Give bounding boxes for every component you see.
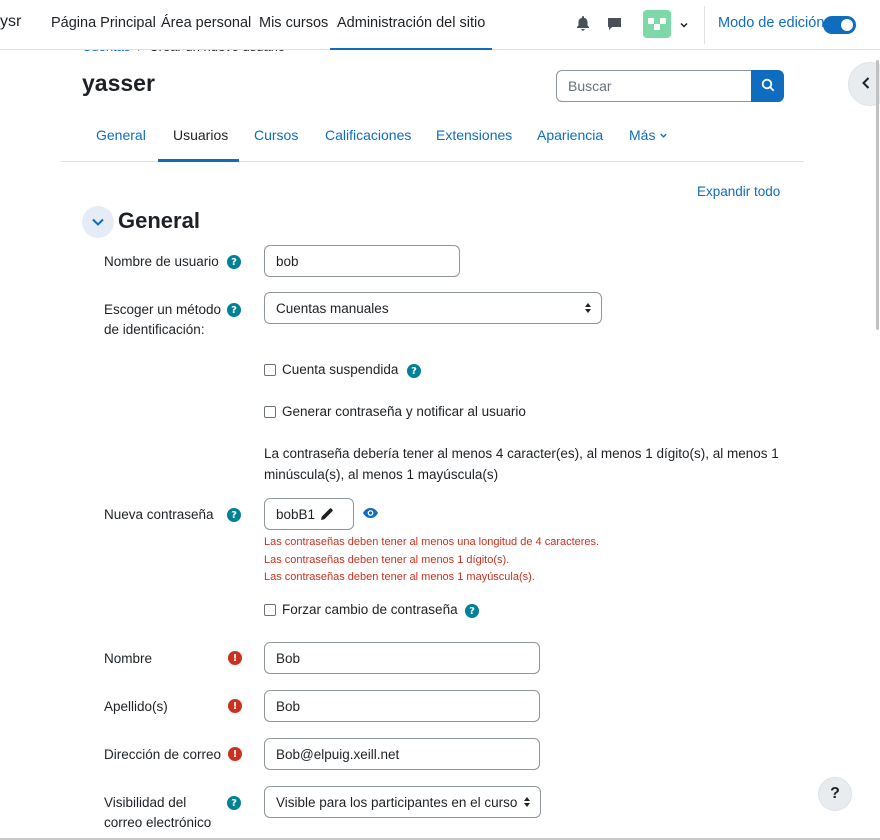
pencil-icon[interactable] xyxy=(320,507,334,524)
auth-method-label: Escoger un método de identificación: xyxy=(104,300,221,340)
expand-all-link[interactable]: Expandir todo xyxy=(697,184,780,199)
help-icon[interactable]: ? xyxy=(465,604,479,618)
section-collapse-button[interactable] xyxy=(82,206,114,238)
email-label: Dirección de correo xyxy=(104,747,222,762)
required-icon: ! xyxy=(228,747,242,761)
email-visibility-value: Visible para los participantes en el cur… xyxy=(276,794,518,810)
password-policy-line2: minúscula(s), al menos 1 mayúscula(s) xyxy=(264,467,499,482)
help-icon[interactable]: ? xyxy=(227,796,241,810)
lastname-label: Apellido(s) xyxy=(104,699,168,714)
force-password-change-checkbox[interactable] xyxy=(264,603,276,616)
password-policy-line1: La contraseña debería tener al menos 4 c… xyxy=(264,446,779,461)
search-button[interactable] xyxy=(751,70,784,102)
new-password-field[interactable]: bobB1 xyxy=(264,498,354,530)
search-box xyxy=(556,70,784,102)
suspended-label[interactable]: Cuenta suspendida xyxy=(282,362,398,377)
secondary-navigation: General Usuarios Cursos Calificaciones E… xyxy=(61,110,804,162)
tab-more[interactable]: Más xyxy=(629,127,668,143)
tab-users[interactable]: Usuarios xyxy=(173,127,228,162)
chevron-down-icon xyxy=(91,214,105,230)
bell-icon[interactable] xyxy=(573,14,593,34)
chevron-left-icon xyxy=(861,76,871,93)
navbar-divider xyxy=(704,6,705,44)
tab-plugins[interactable]: Extensiones xyxy=(436,127,512,143)
force-password-change-label[interactable]: Forzar cambio de contraseña xyxy=(282,602,458,617)
select-arrows-icon xyxy=(584,302,592,317)
site-brand[interactable]: ysr xyxy=(0,13,21,31)
username-label: Nombre de usuario xyxy=(104,254,219,269)
section-title: General xyxy=(118,208,200,233)
help-icon[interactable]: ? xyxy=(227,303,241,317)
nav-site-admin[interactable]: Administración del sitio xyxy=(330,15,493,50)
edit-mode-toggle[interactable] xyxy=(823,16,856,34)
generate-password-checkbox[interactable] xyxy=(264,405,276,418)
email-input[interactable] xyxy=(264,738,540,770)
active-tab-indicator xyxy=(158,159,239,162)
new-password-label: Nueva contraseña xyxy=(104,507,214,522)
tab-grades[interactable]: Calificaciones xyxy=(325,127,411,143)
select-arrows-icon xyxy=(523,796,531,811)
help-button[interactable]: ? xyxy=(818,777,852,811)
email-visibility-label: Visibilidad del correo electrónico xyxy=(104,793,211,833)
help-icon[interactable]: ? xyxy=(227,255,241,269)
suspended-checkbox[interactable] xyxy=(264,363,276,376)
username-input[interactable] xyxy=(264,245,460,277)
firstname-input[interactable] xyxy=(264,642,540,674)
nav-home[interactable]: Página Principal xyxy=(51,15,156,31)
chat-bubble-icon[interactable] xyxy=(604,14,624,34)
nav-my-courses[interactable]: Mis cursos xyxy=(259,15,328,31)
scrollbar-thumb[interactable] xyxy=(876,60,879,330)
search-icon xyxy=(761,78,775,95)
edit-mode-label[interactable]: Modo de edición xyxy=(718,15,824,31)
search-input[interactable] xyxy=(556,70,752,102)
required-icon: ! xyxy=(228,699,242,713)
email-visibility-label-line1: Visibilidad del xyxy=(104,795,187,810)
generate-password-row: Generar contraseña y notificar al usuari… xyxy=(264,404,526,419)
tab-courses[interactable]: Cursos xyxy=(254,127,298,143)
suspended-checkbox-row: Cuenta suspendida xyxy=(264,362,398,377)
firstname-label: Nombre xyxy=(104,651,153,666)
password-error: Las contraseñas deben tener al menos 1 m… xyxy=(264,571,535,583)
email-visibility-select[interactable]: Visible para los participantes en el cur… xyxy=(264,786,541,818)
generate-password-label[interactable]: Generar contraseña y notificar al usuari… xyxy=(282,404,526,419)
user-avatar[interactable] xyxy=(643,10,671,38)
force-password-change-row: Forzar cambio de contraseña xyxy=(264,602,458,617)
eye-icon[interactable] xyxy=(362,506,379,523)
tab-general[interactable]: General xyxy=(96,127,146,143)
password-error: Las contraseñas deben tener al menos 1 d… xyxy=(264,554,510,566)
tab-appearance[interactable]: Apariencia xyxy=(537,127,603,143)
password-error: Las contraseñas deben tener al menos una… xyxy=(264,536,600,548)
help-icon[interactable]: ? xyxy=(227,508,241,522)
auth-method-label-line2: de identificación: xyxy=(104,322,205,337)
required-icon: ! xyxy=(228,651,242,665)
tab-more-label: Más xyxy=(629,127,656,143)
auth-method-value: Cuentas manuales xyxy=(276,300,389,316)
auth-method-label-line1: Escoger un método xyxy=(104,302,222,317)
help-icon[interactable]: ? xyxy=(407,364,421,378)
top-navbar: ysr Página Principal Área personal Mis c… xyxy=(0,0,880,50)
lastname-input[interactable] xyxy=(264,690,540,722)
page-scrollbar[interactable] xyxy=(876,50,880,840)
password-policy-text: La contraseña debería tener al menos 4 c… xyxy=(264,443,794,485)
auth-method-select[interactable]: Cuentas manuales xyxy=(264,292,602,324)
nav-dashboard[interactable]: Área personal xyxy=(161,15,251,31)
chevron-down-icon xyxy=(659,127,668,143)
email-visibility-label-line2: correo electrónico xyxy=(104,815,212,830)
chevron-down-icon[interactable] xyxy=(679,17,689,33)
new-password-value: bobB1 xyxy=(276,506,316,522)
page-title: yasser xyxy=(82,70,155,96)
